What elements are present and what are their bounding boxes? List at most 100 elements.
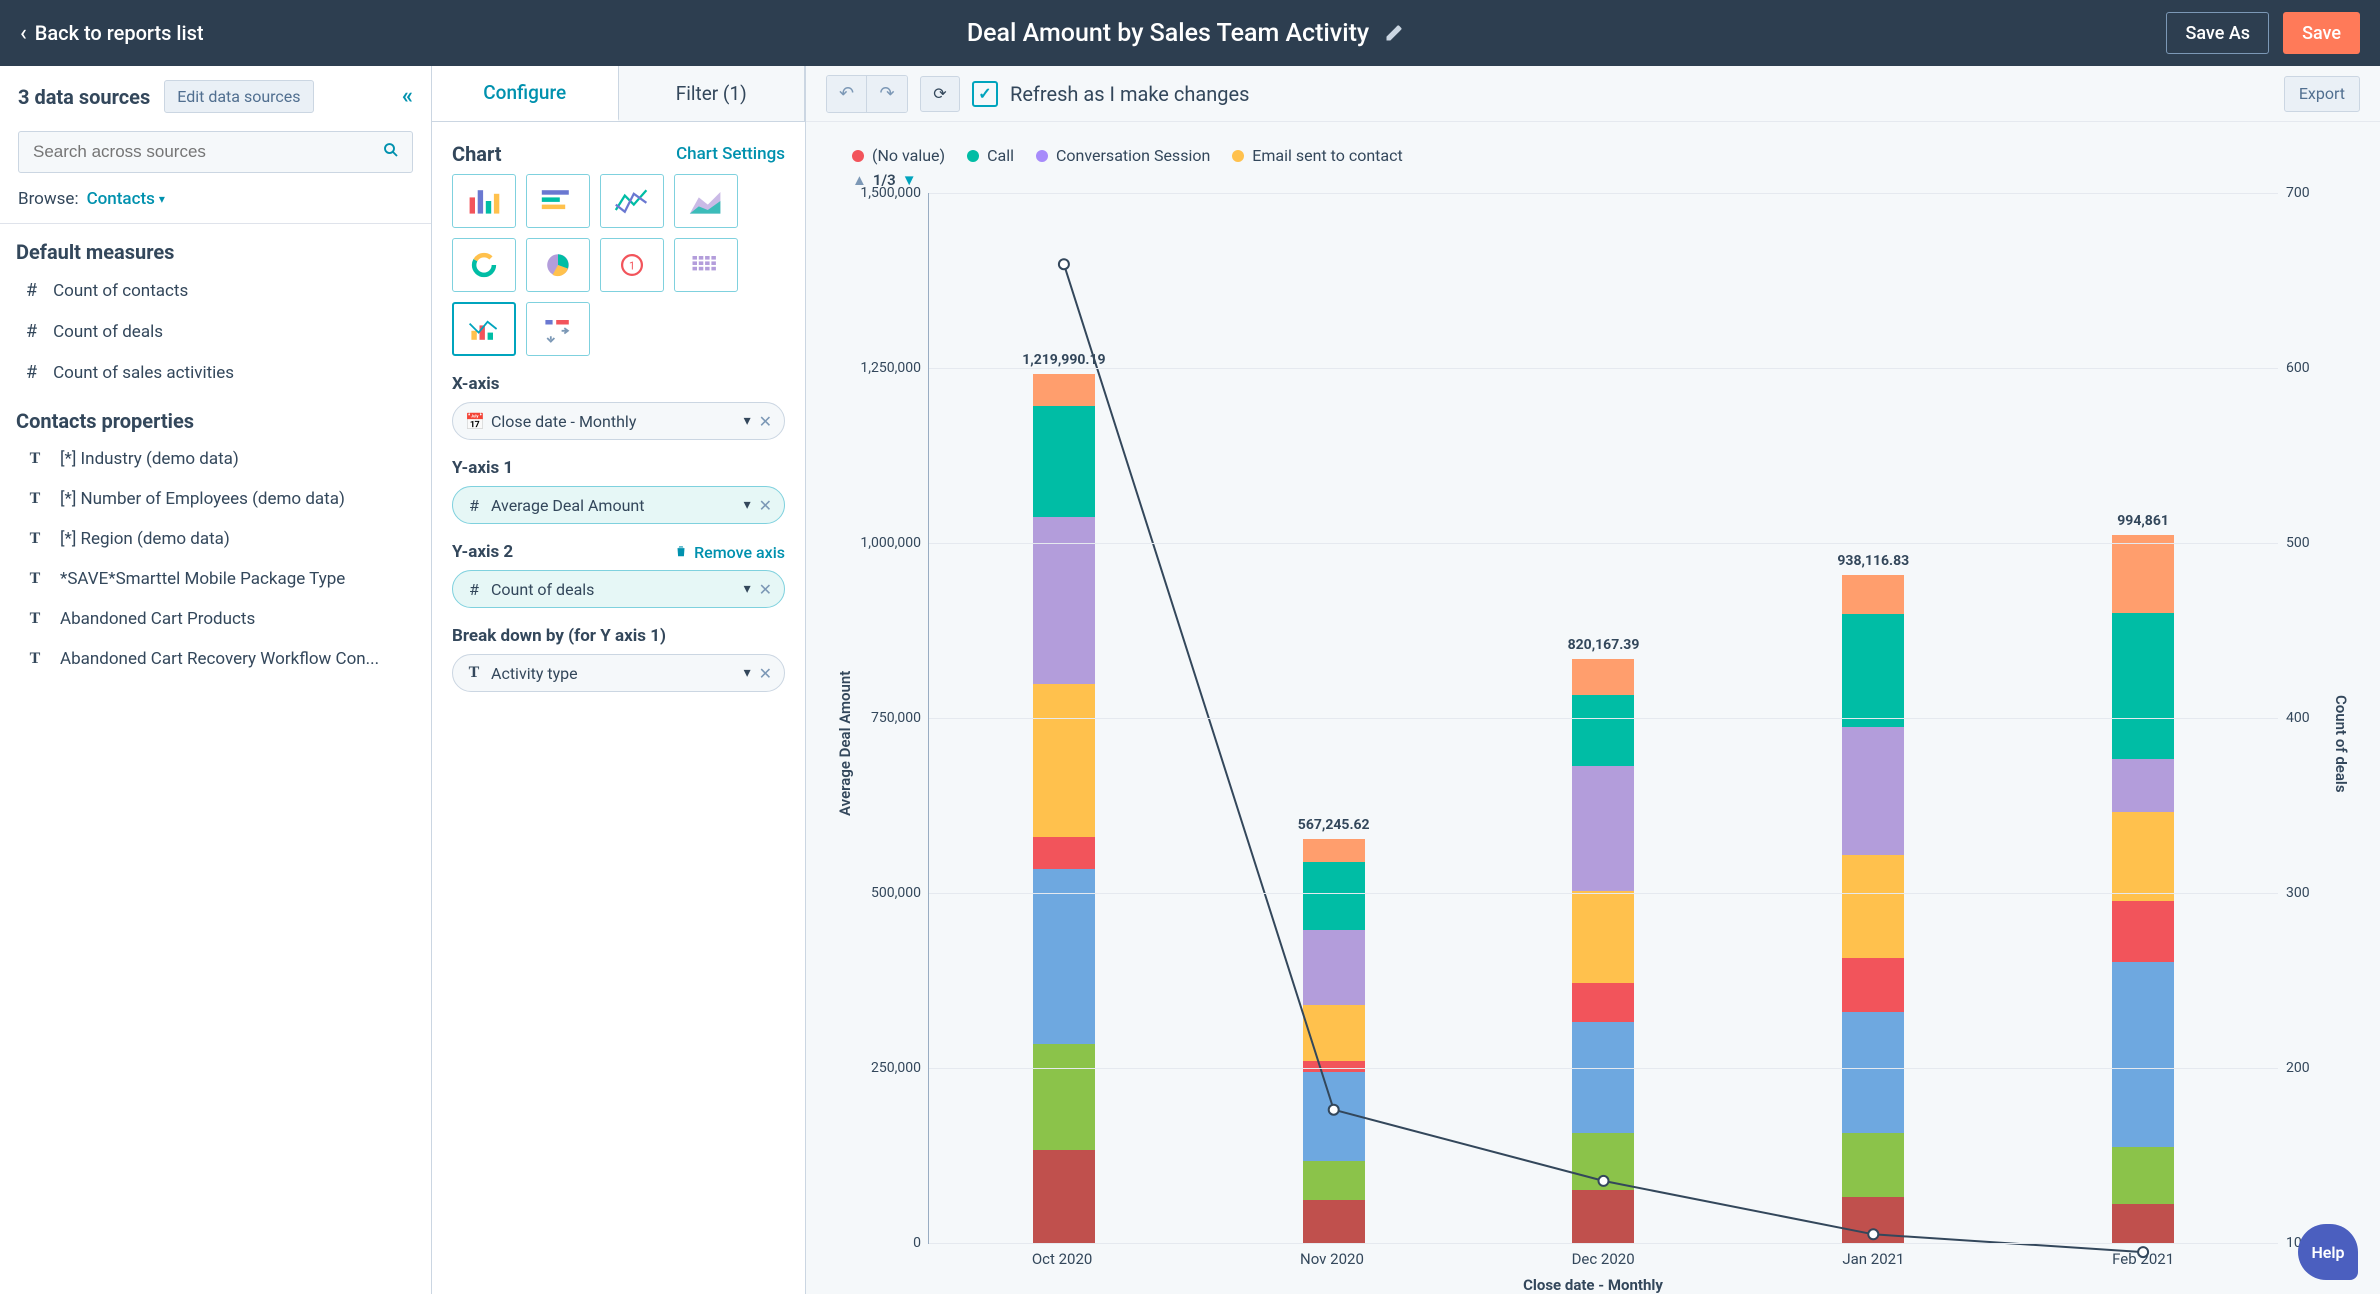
x-tick-label: Jan 2021 xyxy=(1842,1250,1904,1268)
save-as-button[interactable]: Save As xyxy=(2166,12,2269,54)
property-item[interactable]: T*SAVE*Smarttel Mobile Package Type xyxy=(0,559,431,599)
bar-segment xyxy=(1572,695,1634,766)
remove-axis-link[interactable]: Remove axis xyxy=(674,543,785,562)
x-tick-label: Feb 2021 xyxy=(2112,1250,2174,1268)
search-input[interactable] xyxy=(31,141,382,163)
property-item[interactable]: TAbandoned Cart Products xyxy=(0,599,431,639)
chart-type-horizontal-bar[interactable] xyxy=(526,174,590,228)
property-item[interactable]: T[*] Number of Employees (demo data) xyxy=(0,479,431,519)
x-tick-label: Oct 2020 xyxy=(1032,1250,1093,1268)
sources-count-label: 3 data sources xyxy=(18,85,150,109)
chart-type-vertical-bar[interactable] xyxy=(452,174,516,228)
y2-axis-label: Count of deals xyxy=(2328,193,2354,1294)
legend-item[interactable]: (No value) xyxy=(852,146,945,165)
property-item[interactable]: T[*] Industry (demo data) xyxy=(0,439,431,479)
browse-dropdown[interactable]: Contacts ▾ xyxy=(87,189,165,209)
measure-item[interactable]: #Count of sales activities xyxy=(0,352,431,393)
contacts-properties-header: Contacts properties xyxy=(0,393,431,439)
bar-segment xyxy=(1303,1161,1365,1200)
report-title: Deal Amount by Sales Team Activity xyxy=(967,19,1369,48)
clear-icon[interactable]: ✕ xyxy=(759,664,772,683)
bar-total-label: 820,167.39 xyxy=(1568,637,1640,653)
bar-segment xyxy=(1033,869,1095,1043)
bar-segment xyxy=(1572,891,1634,984)
legend-item[interactable]: Email sent to contact xyxy=(1232,146,1402,165)
clear-icon[interactable]: ✕ xyxy=(759,580,772,599)
bar-segment xyxy=(2112,962,2174,1147)
data-sources-sidebar: 3 data sources Edit data sources « Brows… xyxy=(0,66,432,1294)
bar-column[interactable]: 938,116.83 xyxy=(1842,575,1904,1243)
auto-refresh-checkbox[interactable]: ✓ xyxy=(972,81,998,107)
bar-column[interactable]: 820,167.39 xyxy=(1572,659,1634,1243)
legend-item[interactable]: Call xyxy=(967,146,1014,165)
chevron-left-icon: ‹ xyxy=(20,21,27,46)
hash-icon: # xyxy=(465,580,483,599)
text-icon: T xyxy=(26,450,44,468)
property-item[interactable]: TAbandoned Cart Recovery Workflow Con... xyxy=(0,639,431,679)
help-button[interactable]: Help xyxy=(2298,1224,2358,1280)
y2-pill[interactable]: # Count of deals ▾ ✕ xyxy=(452,570,785,608)
bar-segment xyxy=(2112,1204,2174,1243)
tab-configure[interactable]: Configure xyxy=(432,66,619,121)
bar-segment xyxy=(1572,983,1634,1022)
back-label: Back to reports list xyxy=(35,21,204,45)
y-tick-label: 1,000,000 xyxy=(859,535,921,551)
title-area: Deal Amount by Sales Team Activity xyxy=(204,19,2167,48)
breakdown-pill[interactable]: T Activity type ▾ ✕ xyxy=(452,654,785,692)
chart-type-table[interactable] xyxy=(674,238,738,292)
property-item[interactable]: T[*] Region (demo data) xyxy=(0,519,431,559)
bar-segment xyxy=(1842,855,1904,958)
chart-type-pivot[interactable] xyxy=(526,302,590,356)
bar-segment xyxy=(1033,406,1095,516)
bar-segment xyxy=(1303,839,1365,862)
refresh-button[interactable]: ⟳ xyxy=(920,76,960,112)
caret-down-icon[interactable]: ▾ xyxy=(744,497,751,513)
y-tick-label: 1,250,000 xyxy=(859,360,921,376)
clear-icon[interactable]: ✕ xyxy=(759,496,772,515)
chart-type-area[interactable] xyxy=(674,174,738,228)
redo-button[interactable]: ↷ xyxy=(867,76,907,112)
caret-down-icon: ▾ xyxy=(159,192,165,206)
chart-plot: 0250,000500,000750,0001,000,0001,250,000… xyxy=(928,193,2278,1244)
measure-item[interactable]: #Count of contacts xyxy=(0,270,431,311)
caret-down-icon[interactable]: ▾ xyxy=(744,413,751,429)
bar-column[interactable]: 1,219,990.19 xyxy=(1033,374,1095,1243)
search-sources-input[interactable] xyxy=(18,131,413,173)
y2-tick-label: 700 xyxy=(2286,185,2310,201)
bar-column[interactable]: 567,245.62 xyxy=(1303,839,1365,1243)
chart-type-pie[interactable] xyxy=(526,238,590,292)
chart-type-kpi[interactable]: 1 xyxy=(600,238,664,292)
export-button[interactable]: Export xyxy=(2284,76,2360,112)
chart-type-donut[interactable] xyxy=(452,238,516,292)
trash-icon xyxy=(674,543,688,562)
xaxis-pill[interactable]: 📅 Close date - Monthly ▾ ✕ xyxy=(452,402,785,440)
collapse-sidebar-icon[interactable]: « xyxy=(402,84,413,109)
svg-text:1: 1 xyxy=(629,260,635,273)
bar-total-label: 938,116.83 xyxy=(1837,553,1909,569)
bar-column[interactable]: 994,861 xyxy=(2112,535,2174,1243)
y-tick-label: 250,000 xyxy=(859,1060,921,1076)
clear-icon[interactable]: ✕ xyxy=(759,412,772,431)
chart-settings-link[interactable]: Chart Settings xyxy=(676,144,785,164)
save-button[interactable]: Save xyxy=(2283,12,2360,54)
chart-type-line[interactable] xyxy=(600,174,664,228)
chart-type-combo[interactable] xyxy=(452,302,516,356)
back-to-reports-link[interactable]: ‹ Back to reports list xyxy=(20,21,204,46)
text-icon: T xyxy=(26,610,44,628)
bar-segment xyxy=(1572,1022,1634,1132)
edit-data-sources-button[interactable]: Edit data sources xyxy=(164,80,313,113)
chart-preview-area: ↶ ↷ ⟳ ✓ Refresh as I make changes Export… xyxy=(806,66,2380,1294)
undo-button[interactable]: ↶ xyxy=(827,76,867,112)
legend-label: Email sent to contact xyxy=(1252,146,1402,165)
bar-segment xyxy=(1842,1197,1904,1243)
y2-tick-label: 300 xyxy=(2286,885,2310,901)
edit-title-icon[interactable] xyxy=(1385,24,1403,42)
bar-segment xyxy=(1303,1200,1365,1243)
tab-filter[interactable]: Filter (1) xyxy=(619,66,806,121)
bar-segment xyxy=(1303,1005,1365,1062)
y1-pill[interactable]: # Average Deal Amount ▾ ✕ xyxy=(452,486,785,524)
caret-down-icon[interactable]: ▾ xyxy=(744,581,751,597)
measure-item[interactable]: #Count of deals xyxy=(0,311,431,352)
legend-item[interactable]: Conversation Session xyxy=(1036,146,1210,165)
caret-down-icon[interactable]: ▾ xyxy=(744,665,751,681)
